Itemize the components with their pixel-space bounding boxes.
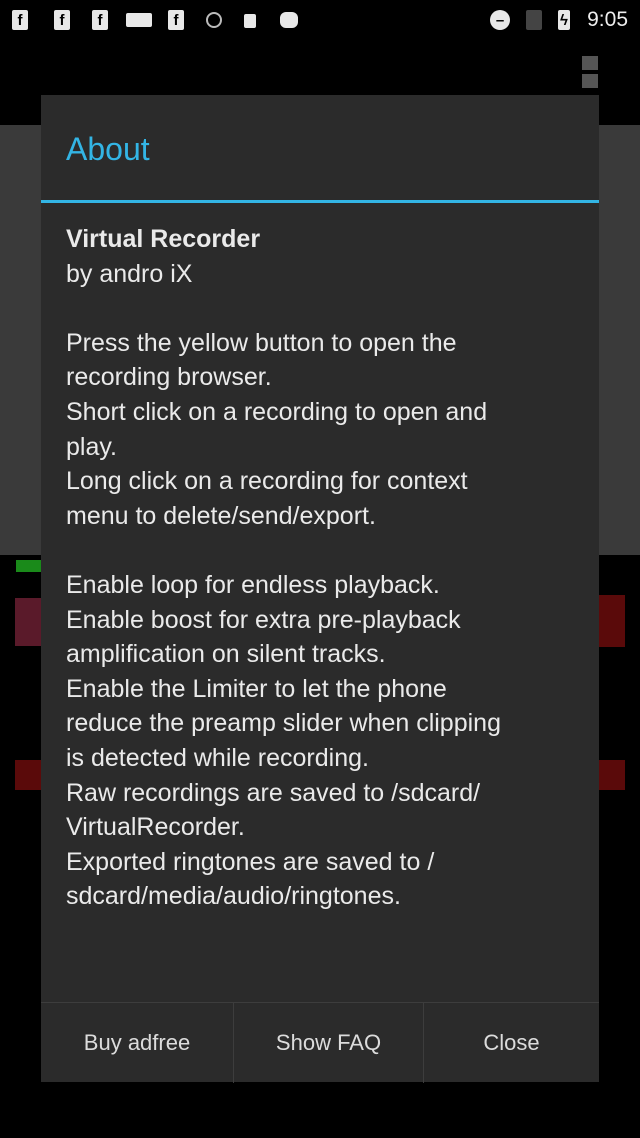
message-icon xyxy=(126,13,152,27)
about-dialog: About Virtual Recorder by andro iX Press … xyxy=(41,95,599,1083)
info-icon xyxy=(206,12,222,28)
button-bar: Buy adfree Show FAQ Close xyxy=(41,1002,599,1083)
body-text-line: menu to delete/send/export. xyxy=(66,501,376,530)
body-text-line: Press the yellow button to open the xyxy=(66,328,457,357)
body-text-line: Exported ringtones are saved to / xyxy=(66,847,435,876)
buy-adfree-button[interactable]: Buy adfree xyxy=(41,1003,234,1083)
background-indicator xyxy=(15,598,41,646)
body-text-line xyxy=(66,533,501,568)
body-text-line: Short click on a recording to open and xyxy=(66,397,488,426)
background-indicator xyxy=(15,760,41,790)
body-text-line: sdcard/media/audio/ringtones. xyxy=(66,882,401,911)
battery-charging-icon: ϟ xyxy=(558,10,570,30)
body-text-line xyxy=(66,291,501,326)
lock-icon xyxy=(244,14,256,28)
facebook-icon: f xyxy=(168,10,184,30)
body-text-line: Enable loop for endless playback. xyxy=(66,570,440,599)
background-indicator xyxy=(599,595,625,647)
body-text-line: play. xyxy=(66,432,117,461)
status-bar: f f f f – ϟ 9:05 xyxy=(0,0,640,42)
show-faq-button[interactable]: Show FAQ xyxy=(234,1003,424,1083)
no-signal-icon xyxy=(526,10,542,30)
android-icon xyxy=(280,12,298,28)
close-button[interactable]: Close xyxy=(424,1003,599,1083)
body-text-line: Raw recordings are saved to /sdcard/ xyxy=(66,778,481,807)
body-text-line: reduce the preamp slider when clipping xyxy=(66,709,501,738)
dialog-title: About xyxy=(66,131,150,167)
facebook-icon: f xyxy=(92,10,108,30)
menu-icon-part xyxy=(582,74,598,88)
background-indicator xyxy=(16,560,41,572)
body-text-line: amplification on silent tracks. xyxy=(66,640,386,669)
clock: 9:05 xyxy=(587,8,628,31)
menu-icon[interactable] xyxy=(582,56,598,70)
title-divider xyxy=(41,200,599,203)
background-indicator xyxy=(599,760,625,790)
app-name: Virtual Recorder xyxy=(66,225,261,253)
body-text-line: VirtualRecorder. xyxy=(66,813,245,842)
background-panel-left xyxy=(0,125,41,555)
background-panel-right xyxy=(599,125,640,555)
body-text-line: Enable the Limiter to let the phone xyxy=(66,674,447,703)
facebook-icon: f xyxy=(12,10,28,30)
body-text-line: is detected while recording. xyxy=(66,743,369,772)
facebook-icon: f xyxy=(54,10,70,30)
do-not-disturb-icon: – xyxy=(490,10,510,30)
body-text-line: recording browser. xyxy=(66,363,272,392)
body-text-line: Enable boost for extra pre-playback xyxy=(66,605,461,634)
body-text-line: Long click on a recording for context xyxy=(66,467,468,496)
body-text-line: by andro iX xyxy=(66,259,193,288)
dialog-body: Virtual Recorder by andro iX Press the ye… xyxy=(66,222,501,914)
